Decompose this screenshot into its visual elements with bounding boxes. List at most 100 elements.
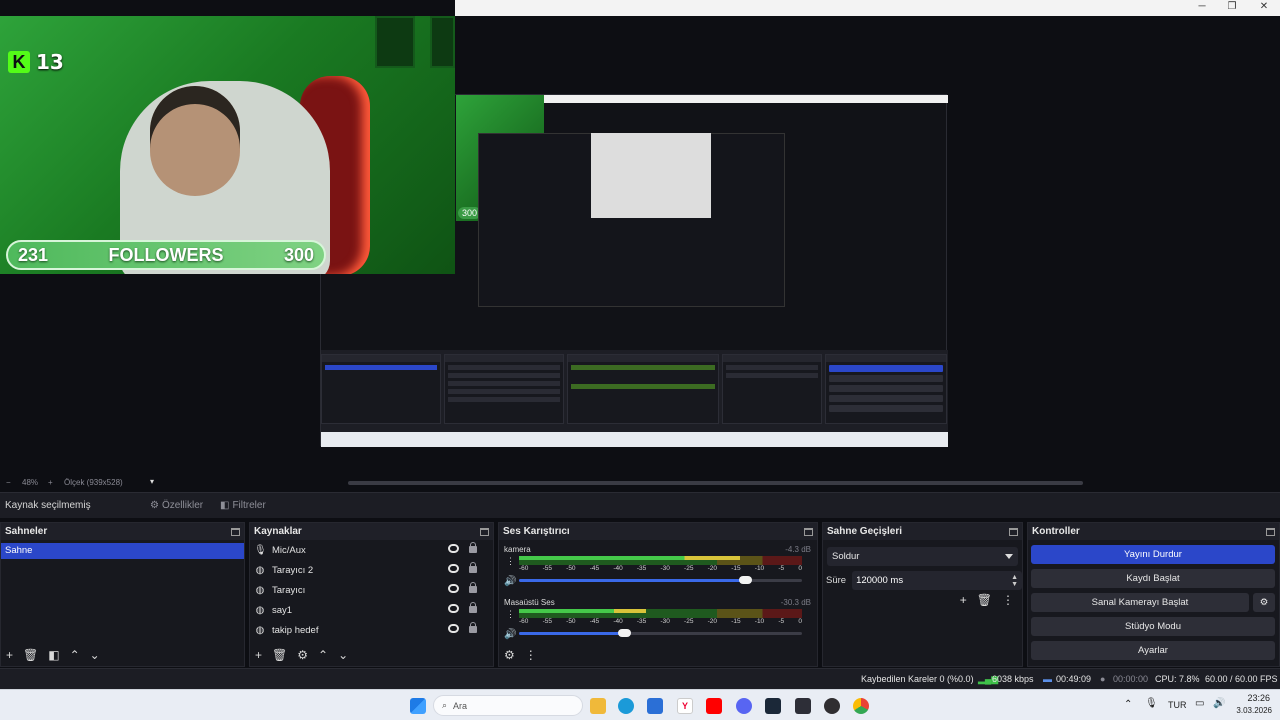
scenes-title: Sahneler (5, 526, 48, 537)
volume-slider[interactable] (519, 576, 802, 584)
file-explorer-icon[interactable] (590, 698, 606, 714)
add-transition-button[interactable]: + (960, 593, 967, 607)
globe-icon: ◍ (255, 624, 265, 636)
start-virtual-camera-button[interactable]: Sanal Kamerayı Başlat (1031, 593, 1249, 612)
chevron-down-icon[interactable]: ▾ (150, 477, 154, 486)
clock-date[interactable]: 3.03.2026 (1230, 706, 1272, 715)
lock-icon[interactable] (469, 602, 477, 613)
move-up-button[interactable]: ⌃ (70, 648, 80, 662)
lock-icon[interactable] (469, 562, 477, 573)
lock-icon[interactable] (469, 542, 477, 553)
source-label: say1 (272, 604, 293, 616)
filters-label: Filtreler (232, 500, 266, 511)
preview-canvas[interactable]: 300 K 13 231 FOLLOWERS 300 (0, 16, 1280, 476)
virtual-camera-gear-icon[interactable]: ⚙ (1253, 593, 1275, 612)
preview-horizontal-scrollbar[interactable] (348, 481, 1083, 485)
undock-icon[interactable] (1266, 527, 1275, 536)
steam-icon[interactable] (765, 698, 781, 714)
move-down-button[interactable]: ⌄ (90, 648, 100, 662)
transition-menu-button[interactable]: ⋮ (1002, 593, 1014, 607)
clock-time[interactable]: 23:26 (1244, 693, 1270, 703)
windows-start-icon[interactable] (410, 698, 426, 714)
move-up-button[interactable]: ⌃ (318, 648, 328, 662)
visibility-eye-icon[interactable] (448, 624, 459, 633)
followers-current: 231 (18, 244, 49, 265)
stream-icon: ▬ (1043, 674, 1052, 684)
microphone-icon[interactable]: 🎙 (1145, 698, 1158, 709)
source-item-browser[interactable]: ◍ Tarayıcı (250, 580, 493, 600)
visibility-eye-icon[interactable] (448, 564, 459, 573)
undock-icon[interactable] (231, 527, 240, 536)
chrome-icon[interactable] (853, 698, 869, 714)
source-item-mic-aux[interactable]: 🎙 Mic/Aux (250, 540, 493, 560)
store-icon[interactable] (647, 698, 663, 714)
add-scene-button[interactable]: + (6, 648, 13, 662)
slider-handle[interactable] (617, 629, 631, 637)
properties-button[interactable]: ⚙ Özellikler (144, 497, 209, 515)
advanced-audio-gear-icon[interactable]: ⚙ (504, 648, 515, 662)
visibility-eye-icon[interactable] (448, 584, 459, 593)
kick-viewer-count: 13 (36, 50, 64, 74)
source-label: Tarayıcı 2 (272, 564, 314, 576)
volume-slider[interactable] (519, 629, 802, 637)
settings-button[interactable]: Ayarlar (1031, 641, 1275, 660)
add-source-button[interactable]: + (255, 648, 262, 662)
speaker-icon[interactable]: 🔊 (504, 576, 516, 587)
remove-source-button[interactable]: 🗑 (272, 648, 287, 662)
remove-scene-button[interactable]: 🗑 (23, 648, 38, 662)
source-item-takip-hedef[interactable]: ◍ takip hedef (250, 620, 493, 640)
scene-item[interactable]: Sahne (1, 543, 244, 559)
filters-button[interactable]: ◧ Filtreler (214, 497, 272, 515)
source-properties-button[interactable]: ⚙ (297, 648, 308, 662)
lock-icon[interactable] (469, 582, 477, 593)
scale-label[interactable]: Ölçek (939x528) (64, 478, 123, 487)
move-down-button[interactable]: ⌄ (338, 648, 348, 662)
zoom-in-button[interactable]: + (48, 478, 53, 487)
app-icon[interactable] (795, 698, 811, 714)
duration-label: Süre (826, 575, 847, 586)
transitions-title: Sahne Geçişleri (827, 526, 903, 537)
mixer-menu-icon[interactable]: ⋮ (525, 648, 537, 662)
stop-streaming-button[interactable]: Yayını Durdur (1031, 545, 1275, 564)
source-item-say1[interactable]: ◍ say1 (250, 600, 493, 620)
controls-title: Kontroller (1032, 526, 1080, 537)
visibility-eye-icon[interactable] (448, 604, 459, 613)
transition-select[interactable]: Soldur (827, 547, 1018, 566)
transition-toolbar: + 🗑 ⋮ (960, 593, 1014, 607)
close-button[interactable]: ✕ (1249, 0, 1279, 16)
undock-icon[interactable] (1009, 527, 1018, 536)
maximize-button[interactable]: ❐ (1217, 0, 1247, 16)
more-options-icon[interactable]: ⋮ (506, 557, 515, 566)
language-indicator[interactable]: TUR (1168, 700, 1187, 710)
studio-mode-button[interactable]: Stüdyo Modu (1031, 617, 1275, 636)
slider-handle[interactable] (739, 576, 753, 584)
volume-icon[interactable]: 🔊 (1213, 698, 1225, 709)
undock-icon[interactable] (804, 527, 813, 536)
zoom-out-button[interactable]: − (6, 478, 11, 487)
scene-filters-button[interactable]: ◧ (48, 648, 59, 662)
network-icon[interactable]: ▭ (1195, 698, 1204, 709)
start-recording-button[interactable]: Kaydı Başlat (1031, 569, 1275, 588)
lock-icon[interactable] (469, 622, 477, 633)
record-icon: ● (1100, 674, 1106, 684)
undock-icon[interactable] (480, 527, 489, 536)
spin-arrows-icon[interactable]: ▲ ▼ (1011, 574, 1018, 588)
speaker-icon[interactable]: 🔊 (504, 629, 516, 640)
minimize-button[interactable]: ─ (1187, 0, 1217, 16)
no-source-selected-label: Kaynak seçilmemiş (5, 500, 91, 511)
obs-icon[interactable] (824, 698, 840, 714)
discord-icon[interactable] (736, 698, 752, 714)
remove-transition-button[interactable]: 🗑 (977, 593, 992, 607)
yandex-icon[interactable]: Y (677, 698, 693, 714)
sources-toolbar: + 🗑 ⚙ ⌃ ⌄ (250, 644, 493, 666)
duration-input[interactable]: 120000 ms ▲ ▼ (852, 571, 1022, 590)
youtube-icon[interactable] (706, 698, 722, 714)
taskbar-search-box[interactable]: ⌕ Ara (433, 695, 583, 716)
edge-browser-icon[interactable] (618, 698, 634, 714)
duration-row: Süre 120000 ms ▲ ▼ (823, 571, 1022, 590)
visibility-eye-icon[interactable] (448, 544, 459, 553)
mixer-channel-desktop-audio: Masaüstü Ses -30.3 dB -60 -55 -50 -45 -40 -35… (499, 598, 817, 646)
source-item-browser-2[interactable]: ◍ Tarayıcı 2 (250, 560, 493, 580)
chevron-up-icon[interactable]: ⌃ (1124, 699, 1132, 710)
more-options-icon[interactable]: ⋮ (506, 610, 515, 619)
